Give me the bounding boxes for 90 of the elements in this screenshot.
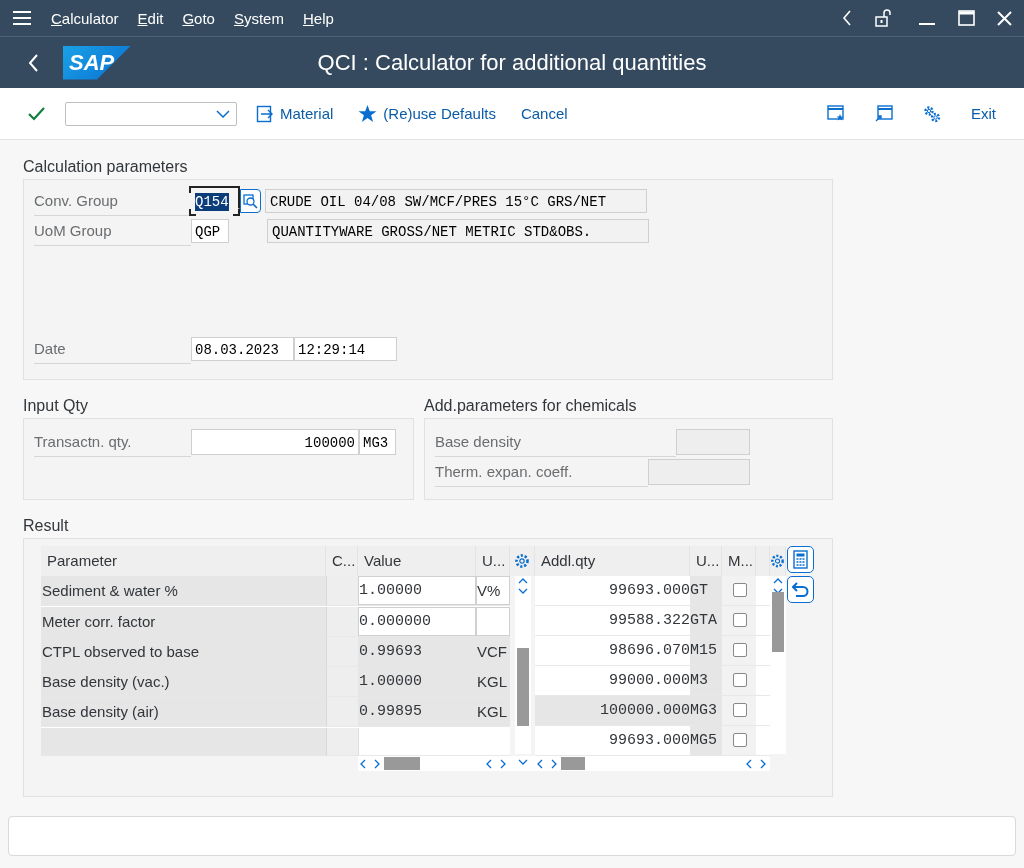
table-cell: MG5 — [690, 726, 722, 756]
window-title: QCI : Calculator for additional quantities — [317, 49, 707, 75]
field-label: Base density — [435, 427, 676, 457]
vertical-scrollbar[interactable] — [770, 576, 786, 754]
vertical-scrollbar[interactable] — [514, 576, 531, 754]
exit-button[interactable]: Exit — [971, 105, 996, 122]
star-icon — [358, 104, 378, 123]
toolbar-button[interactable]: Cancel — [520, 105, 568, 122]
back-icon[interactable] — [28, 53, 39, 72]
settings-icon[interactable] — [923, 104, 941, 123]
table-cell: MG3 — [690, 696, 722, 726]
undo-button[interactable] — [787, 576, 814, 603]
toolbar-button[interactable]: Material — [256, 104, 334, 123]
menu-item[interactable]: Edit — [137, 9, 164, 27]
table-cell: KGL — [476, 697, 510, 728]
table-cell: Sediment & water % — [41, 576, 326, 607]
table-cell: M3 — [690, 666, 722, 696]
chevron-down-icon[interactable] — [216, 109, 230, 118]
back-icon[interactable] — [842, 10, 852, 26]
column-header[interactable]: Addl.qty — [535, 546, 690, 576]
input-field[interactable]: QGP — [191, 219, 229, 243]
section-title: Input Qty — [23, 397, 89, 415]
section-title: Calculation parameters — [23, 158, 189, 176]
column-header[interactable]: Value — [358, 546, 476, 576]
table-cell: KGL — [476, 667, 510, 698]
search-help-button[interactable] — [240, 189, 261, 213]
checkbox[interactable] — [732, 733, 747, 747]
input-field[interactable]: 1.00000 — [358, 576, 476, 607]
checkbox[interactable] — [732, 613, 747, 627]
checkbox[interactable] — [732, 643, 747, 657]
scrollbar-thumb[interactable] — [384, 757, 420, 770]
settings-icon[interactable] — [770, 553, 785, 569]
undo-icon — [792, 582, 809, 597]
up-down-arrows-icon[interactable] — [516, 576, 529, 596]
column-header[interactable] — [770, 546, 786, 576]
command-field[interactable] — [65, 101, 237, 126]
export-icon — [256, 104, 274, 123]
table-cell: CTPL observed to base — [41, 636, 326, 667]
table-cell: 1.00000 — [358, 667, 476, 698]
column-header[interactable]: M... — [722, 546, 756, 576]
menu-icon[interactable] — [12, 10, 32, 26]
logo: SAP — [63, 45, 131, 80]
calculator-button[interactable] — [787, 546, 814, 573]
menu-item[interactable]: Calculator — [51, 9, 119, 27]
description-field: CRUDE OIL 04/08 SW/MCF/PRES 15°C GRS/NET — [265, 189, 647, 213]
field-label: Conv. Group — [34, 186, 191, 216]
maximize-icon[interactable] — [958, 10, 975, 26]
toolbar-button[interactable]: (Re)use Defaults — [358, 104, 496, 123]
section-title: Result — [23, 517, 70, 535]
column-header[interactable]: C... — [326, 546, 358, 576]
description-field: QUANTITYWARE GROSS/NET METRIC STD&OBS. — [267, 219, 649, 243]
scrollbar-thumb[interactable] — [772, 592, 784, 652]
search-icon — [243, 193, 258, 209]
table-cell: Base density (vac.) — [41, 667, 326, 698]
menu-item[interactable]: Help — [302, 9, 334, 27]
checkmark-icon[interactable] — [28, 106, 45, 121]
column-header[interactable]: U... — [690, 546, 722, 576]
unit-field: MG3 — [359, 429, 396, 455]
table-cell: Base density (air) — [41, 697, 326, 728]
horizontal-scrollbar[interactable] — [535, 756, 770, 771]
column-header[interactable]: Parameter — [41, 546, 326, 576]
scrollbar-thumb[interactable] — [516, 648, 529, 726]
scrollbar-thumb[interactable] — [561, 757, 585, 770]
section-title: Add.parameters for chemicals — [424, 397, 638, 415]
calculator-icon — [793, 550, 808, 569]
close-icon[interactable] — [997, 10, 1012, 26]
checkbox[interactable] — [732, 673, 747, 687]
column-header[interactable]: U... — [476, 546, 510, 576]
input-field[interactable]: 0.000000 — [358, 606, 476, 637]
input-field[interactable]: 100000 — [191, 429, 359, 455]
column-header[interactable] — [510, 546, 535, 576]
menu-item[interactable]: Goto — [182, 9, 215, 27]
input-field[interactable]: V% — [476, 576, 510, 607]
table-cell: M15 — [690, 636, 722, 666]
table-cell: 0.99693 — [358, 636, 476, 667]
input-field[interactable] — [476, 606, 510, 637]
input-field[interactable]: 08.03.2023 — [191, 337, 294, 361]
table-cell: GT — [690, 576, 722, 606]
checkbox[interactable] — [732, 703, 747, 717]
table-cell: VCF — [476, 636, 510, 667]
table-cell: 100000.000 — [535, 696, 690, 726]
table-cell: GTA — [690, 606, 722, 636]
table-cell: Meter corr. factor — [41, 606, 326, 637]
table-cell: 0.99895 — [358, 697, 476, 728]
checkbox[interactable] — [732, 583, 747, 597]
horizontal-scrollbar[interactable] — [358, 756, 510, 771]
input-field[interactable]: 12:29:14 — [294, 337, 397, 361]
menu-item[interactable]: System — [233, 9, 284, 27]
padlock-icon[interactable] — [874, 9, 892, 27]
settings-icon[interactable] — [514, 553, 530, 569]
